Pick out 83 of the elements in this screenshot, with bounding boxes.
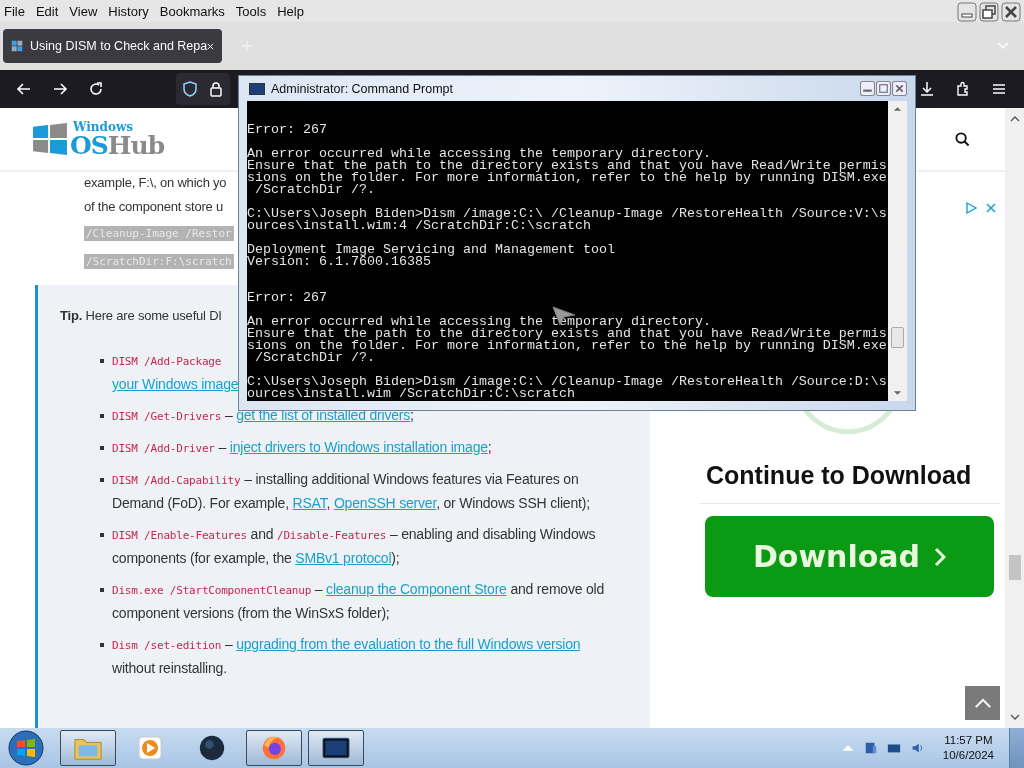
console-icon (322, 735, 350, 761)
scrollbar[interactable] (1005, 108, 1024, 728)
clock-date[interactable]: 10/6/2024 (942, 748, 994, 763)
console-line: Deployment Image Servicing and Management tool (247, 244, 616, 256)
taskbar-button[interactable] (308, 730, 364, 766)
menu-item[interactable]: Help (277, 3, 304, 19)
scrollbar-thumb[interactable] (1008, 555, 1021, 580)
lock-icon[interactable] (208, 81, 224, 97)
list-item-text: Dism.exe /StartComponentCleanup – cleanup the Component Store and remove old component versions (from the WinSxS folder); (112, 580, 606, 623)
fox-browser-icon (260, 735, 288, 761)
back-icon[interactable] (16, 81, 32, 97)
back-to-top-button[interactable] (965, 686, 1000, 720)
list-item-text: DISM /Enable-Features and /Disable-Features – enabling and disabling Windows components (for example, the SMBv1 protocol); (112, 525, 597, 568)
maximize-icon[interactable] (979, 2, 999, 22)
tab-title: Using DISM to Check and Repa (30, 39, 208, 53)
menu-icon[interactable] (991, 81, 1007, 97)
window-title: Administrator: Command Prompt (271, 81, 453, 96)
console-line: Error: 267 (247, 289, 328, 304)
menu-item[interactable]: File (4, 3, 25, 19)
sidebar-heading: Continue to Download (706, 460, 973, 491)
bullet-icon (100, 478, 104, 482)
console-line: ources\install.wim:4 /ScratchDir:C:\scratch (247, 220, 591, 232)
close-icon[interactable] (892, 81, 907, 96)
bullet-icon (100, 446, 104, 450)
console-line: /ScratchDir /?. (254, 352, 376, 364)
console-line: Error: 267 (247, 124, 328, 136)
search-icon[interactable] (955, 131, 970, 147)
menu-item[interactable]: View (69, 3, 98, 19)
clock-time[interactable]: 11:57 PM (944, 733, 993, 748)
console-line: /ScratchDir /?. (254, 184, 376, 196)
list-item-text: DISM /Add-Capability – installing additional Windows features via Features on Demand (FoD). For example, RSAT, OpenSSH server, or Windows SSH client); (112, 470, 591, 513)
start-button[interactable] (8, 730, 44, 766)
download-icon[interactable] (919, 81, 935, 97)
paragraph-text: of the component store u (84, 198, 223, 216)
chevron-up-icon (973, 697, 992, 709)
menu-item[interactable]: History (108, 3, 149, 19)
console-line: Ensure that the path to the directory exists and that you have Read/Write permis (247, 328, 888, 340)
console-icon (249, 82, 265, 95)
arrow-down-icon[interactable] (893, 390, 902, 396)
console-line: Version: 6.1.7600.16385 (247, 256, 431, 268)
console-line: C:\Users\Joseph Biden>Dism /image:C:\ /Cleanup-Image /RestoreHealth /Source:V:\s (247, 208, 888, 220)
bullet-icon (100, 588, 104, 592)
arrow-up-icon[interactable] (893, 106, 902, 112)
paragraph-text: example, F:\, on which yo (84, 174, 227, 192)
globe-icon (198, 735, 226, 761)
chevron-icon (934, 546, 947, 567)
console-line: sions on the folder. For more information, refer to the help by running DISM.exe (247, 172, 888, 184)
menu-item[interactable]: Edit (35, 3, 59, 19)
taskbar-button[interactable] (246, 730, 302, 766)
bullet-icon (100, 414, 104, 418)
media-player-icon (136, 735, 164, 761)
console-line: C:\Users\Joseph Biden>Dism /image:C:\ /Cleanup-Image /RestoreHealth /Source:D:\s (247, 376, 888, 388)
network-icon[interactable] (863, 741, 878, 755)
forward-icon[interactable] (52, 81, 68, 97)
minimize-icon[interactable] (957, 2, 977, 22)
arrow-up-icon[interactable] (1009, 116, 1020, 122)
arrow-down-icon[interactable] (1009, 714, 1020, 720)
console-line: Ensure that the path to the directory exists and that you have Read/Write permis (247, 160, 888, 172)
puzzle-icon[interactable] (955, 81, 971, 97)
windows-logo-icon (33, 123, 67, 155)
bullet-icon (100, 533, 104, 537)
scrollbar[interactable] (888, 101, 907, 401)
reload-icon[interactable] (88, 81, 104, 97)
address-bar[interactable] (176, 73, 230, 105)
shield-icon[interactable] (182, 81, 198, 97)
bullet-icon (100, 643, 104, 647)
windows-logo-icon (11, 38, 24, 54)
console-line: ources\install.wim /ScratchDir:C:\scratch (247, 388, 575, 400)
browser-tab[interactable]: Using DISM to Check and Repa (3, 29, 222, 63)
list-item-text: Dism /set-edition – upgrading from the evaluation to the full Windows version without reinstalling. (112, 635, 582, 678)
menu-item[interactable]: Tools (235, 3, 267, 19)
menu-item[interactable]: Bookmarks (159, 3, 225, 19)
taskbar-button[interactable] (60, 730, 116, 766)
scrollbar-thumb[interactable] (891, 327, 904, 348)
tip-text: Tip. Here are some useful DI (60, 307, 222, 325)
play-icon[interactable] (965, 202, 977, 214)
minimize-icon[interactable] (860, 81, 875, 96)
console-line: An error occurred while accessing the temporary directory. (247, 316, 712, 328)
bullet-icon (100, 359, 104, 363)
console-line: sions on the folder. For more information, refer to the help by running DISM.exe (247, 340, 888, 352)
console-line: An error occurred while accessing the temporary directory. (247, 148, 712, 160)
list-item-text: DISM /Add-Driver – inject drivers to Windows installation image; (112, 438, 493, 457)
close-icon[interactable] (1001, 2, 1021, 22)
